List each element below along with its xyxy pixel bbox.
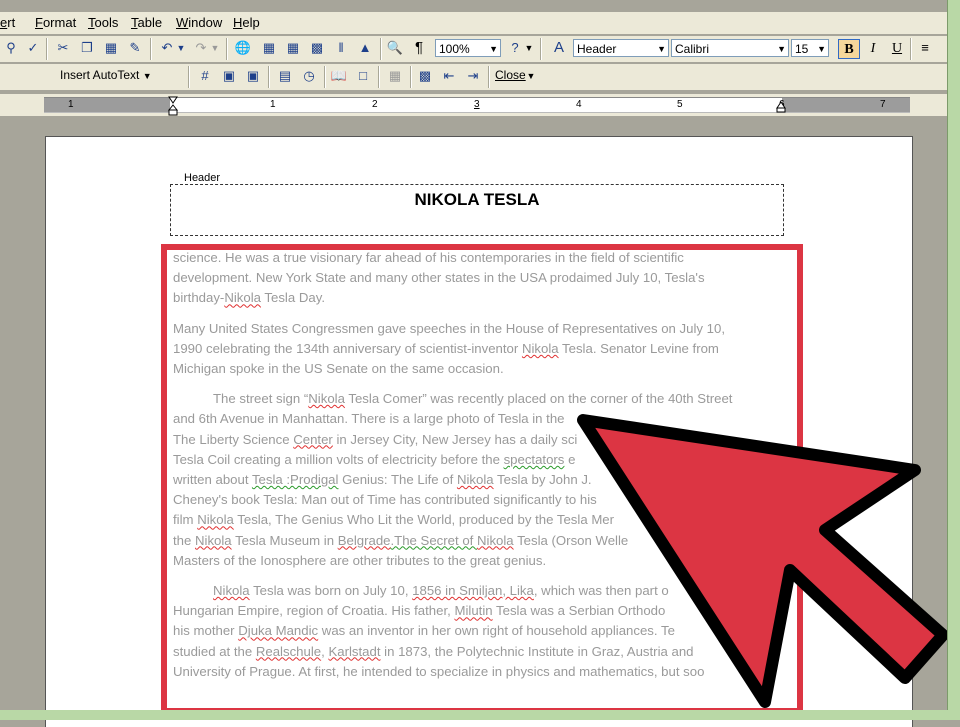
italic-button[interactable]: I xyxy=(862,39,884,59)
toolbar-options-icon[interactable]: ▼ xyxy=(524,39,534,57)
zoom-value: 100% xyxy=(439,42,470,56)
toolbar-separator xyxy=(380,38,382,60)
font-select[interactable]: Calibri ▼ xyxy=(671,39,789,57)
ruler-left-margin xyxy=(44,98,170,112)
toolbar-separator xyxy=(488,66,490,88)
ruler-right-margin xyxy=(782,98,910,112)
spelling-icon[interactable]: ✓ xyxy=(24,39,42,57)
bold-button[interactable]: B xyxy=(838,39,860,59)
font-value: Calibri xyxy=(675,42,710,56)
zoom-select[interactable]: 100% ▼ xyxy=(435,39,501,57)
help-icon[interactable]: ? xyxy=(506,39,524,57)
show-hide-document-text-icon[interactable]: □ xyxy=(354,67,372,85)
insert-page-number-icon[interactable]: # xyxy=(196,67,214,85)
tables-borders-icon[interactable]: ▦ xyxy=(260,39,278,57)
insert-time-icon[interactable]: ◷ xyxy=(300,67,318,85)
menu-bar: ert Format Tools Table Window Help xyxy=(0,12,948,34)
style-value: Header xyxy=(577,42,617,56)
undo-dropdown-icon[interactable]: ▼ xyxy=(176,39,186,57)
toolbar-separator xyxy=(540,38,542,60)
header-label: Header xyxy=(182,172,223,184)
header-footer-toolbar: Insert AutoText ▼ # ▣ ▣ ▤ ◷ 📖 □ ▦ ▩ ⇤ ⇥ … xyxy=(0,64,948,90)
show-previous-icon[interactable]: ⇤ xyxy=(440,67,458,85)
menu-tools[interactable]: Tools xyxy=(88,15,118,30)
toolbar-separator xyxy=(410,66,412,88)
toolbar-separator xyxy=(324,66,326,88)
style-select[interactable]: Header ▼ xyxy=(573,39,669,57)
window-frame-bottom xyxy=(0,710,960,720)
menu-help[interactable]: Help xyxy=(233,15,260,30)
toolbar-separator xyxy=(378,66,380,88)
ruler-number: 3 xyxy=(474,99,480,110)
styles-formatting-icon[interactable]: A xyxy=(550,39,568,57)
ruler-number: 2 xyxy=(372,99,378,110)
toolbar-separator xyxy=(268,66,270,88)
insert-excel-icon[interactable]: ▩ xyxy=(308,39,326,57)
same-as-previous-icon[interactable]: ▦ xyxy=(386,67,404,85)
toolbar-separator xyxy=(226,38,228,60)
font-size-value: 15 xyxy=(795,42,809,56)
insert-date-icon[interactable]: ▤ xyxy=(276,67,294,85)
close-button[interactable]: Close xyxy=(495,68,526,82)
switch-header-footer-icon[interactable]: ▩ xyxy=(416,67,434,85)
toolbar-separator xyxy=(150,38,152,60)
page-setup-icon[interactable]: 📖 xyxy=(330,67,348,85)
chevron-down-icon: ▼ xyxy=(657,44,666,54)
undo-icon[interactable]: ↶ xyxy=(158,39,176,57)
insert-autotext-button[interactable]: Insert AutoText ▼ xyxy=(60,68,152,82)
menu-table[interactable]: Table xyxy=(131,15,162,30)
ruler-number: 1 xyxy=(68,99,74,110)
print-preview-icon[interactable]: ⚲ xyxy=(2,39,20,57)
menu-insert[interactable]: ert xyxy=(0,15,15,30)
columns-icon[interactable]: ‖ xyxy=(332,39,350,57)
redo-dropdown-icon[interactable]: ▼ xyxy=(210,39,220,57)
menu-format[interactable]: Format xyxy=(35,15,76,30)
toolbar-separator xyxy=(910,38,912,60)
show-hide-icon[interactable]: ¶ xyxy=(410,39,428,57)
chevron-down-icon: ▼ xyxy=(777,44,786,54)
ruler-number: 5 xyxy=(677,99,683,110)
chevron-down-icon: ▼ xyxy=(817,44,826,54)
toolbar-separator xyxy=(46,38,48,60)
chevron-down-icon: ▼ xyxy=(489,44,498,54)
toolbar-separator xyxy=(188,66,190,88)
insert-number-of-pages-icon[interactable]: ▣ xyxy=(220,67,238,85)
align-left-icon[interactable]: ≡ xyxy=(916,39,934,57)
chevron-down-icon: ▼ xyxy=(142,71,152,81)
copy-icon[interactable]: ❐ xyxy=(78,39,96,57)
show-next-icon[interactable]: ⇥ xyxy=(464,67,482,85)
pointer-arrow-icon xyxy=(577,414,949,708)
font-size-select[interactable]: 15 ▼ xyxy=(791,39,829,57)
window-frame-right xyxy=(947,0,960,720)
insert-table-icon[interactable]: ▦ xyxy=(284,39,302,57)
hyperlink-icon[interactable]: 🌐 xyxy=(234,39,252,57)
header-title[interactable]: NIKOLA TESLA xyxy=(170,190,784,210)
menu-window[interactable]: Window xyxy=(176,15,222,30)
drawing-icon[interactable]: ▲ xyxy=(356,39,374,57)
toolbar-options-icon[interactable]: ▼ xyxy=(526,67,536,85)
format-painter-icon[interactable]: ✎ xyxy=(126,39,144,57)
insert-autotext-label: Insert AutoText xyxy=(60,68,140,82)
paste-icon[interactable]: ▦ xyxy=(102,39,120,57)
indent-marker-icon[interactable] xyxy=(168,96,178,116)
ruler-number: 7 xyxy=(880,99,886,110)
document-map-icon[interactable]: 🔍 xyxy=(386,39,404,57)
format-page-number-icon[interactable]: ▣ xyxy=(244,67,262,85)
ruler-number: 4 xyxy=(576,99,582,110)
redo-icon[interactable]: ↷ xyxy=(192,39,210,57)
right-indent-marker-icon[interactable] xyxy=(776,101,786,113)
standard-toolbar: ⚲ ✓ ✂ ❐ ▦ ✎ ↶ ▼ ↷ ▼ 🌐 ▦ ▦ ▩ ‖ ▲ 🔍 ¶ 100%… xyxy=(0,36,948,62)
underline-button[interactable]: U xyxy=(886,39,908,59)
cut-icon[interactable]: ✂ xyxy=(54,39,72,57)
ruler-number: 1 xyxy=(270,99,276,110)
